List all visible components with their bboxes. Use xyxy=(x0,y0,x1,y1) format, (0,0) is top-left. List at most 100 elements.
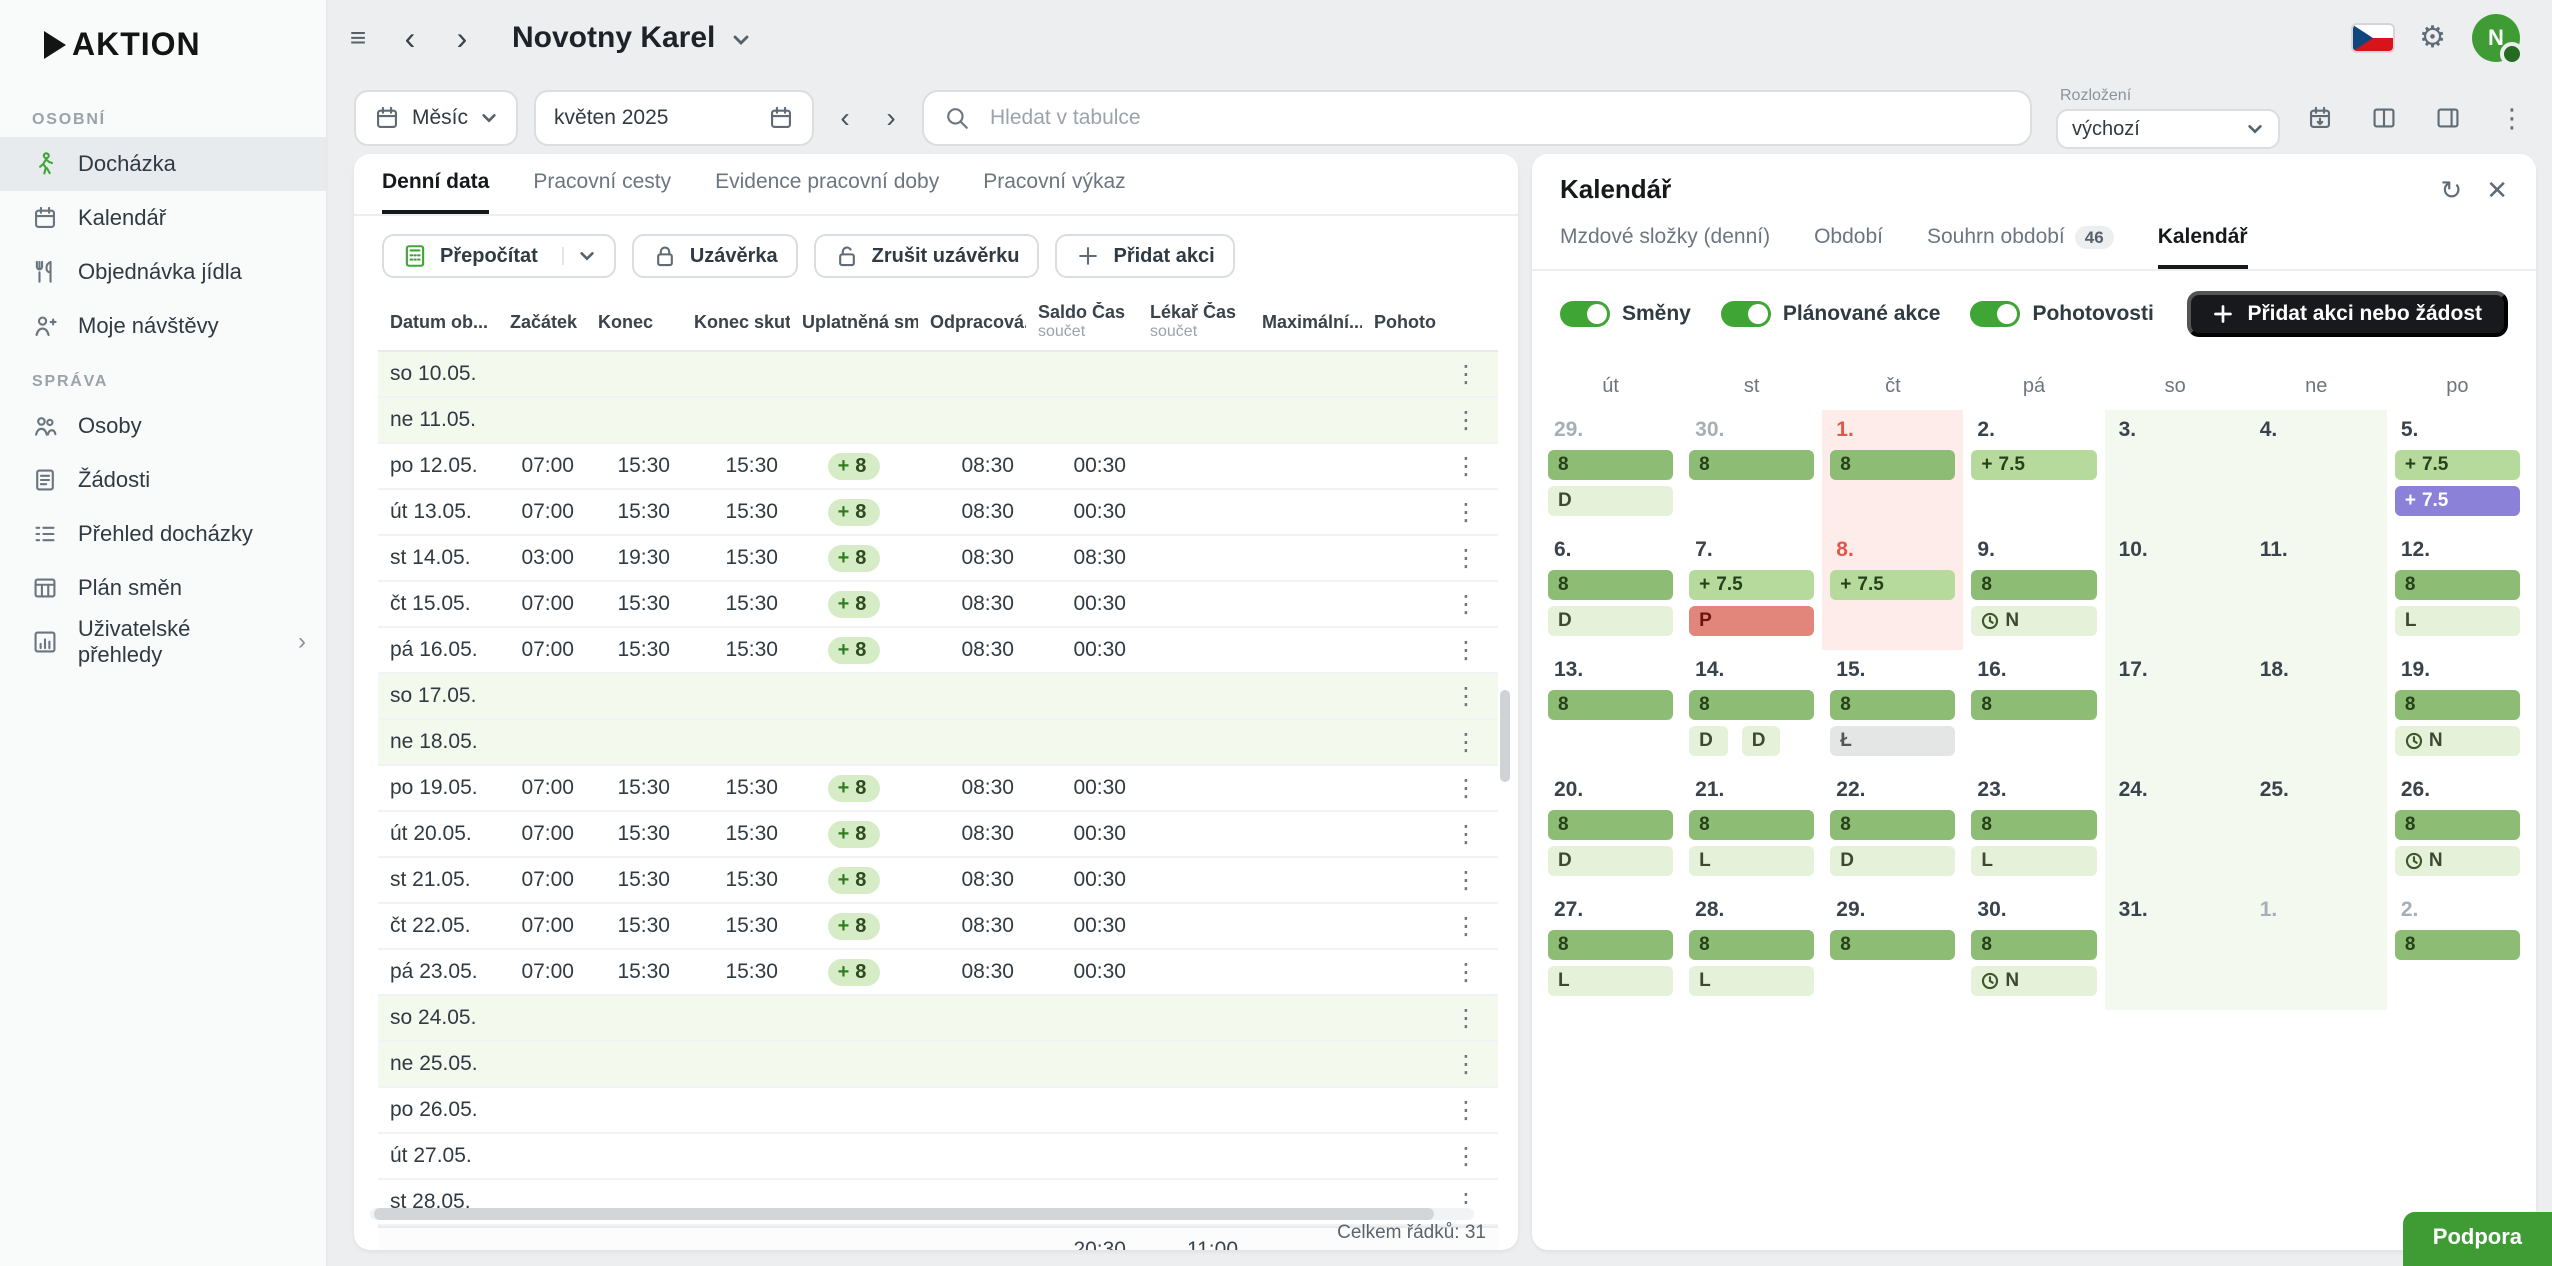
calendar-day-cell[interactable]: 30.8N xyxy=(1963,890,2104,1010)
calendar-day-cell[interactable]: 26.8N xyxy=(2387,770,2528,890)
event-bar-shift[interactable]: 8 xyxy=(1971,810,2096,840)
calendar-day-cell[interactable]: 25. xyxy=(2246,770,2387,890)
row-menu-button[interactable]: ⋮ xyxy=(1442,406,1490,435)
event-bar-light[interactable]: L xyxy=(2395,606,2520,636)
czech-flag-icon[interactable] xyxy=(2353,25,2393,51)
event-bar-light[interactable]: L xyxy=(1971,846,2096,876)
calendar-day-cell[interactable]: 12.8L xyxy=(2387,530,2528,650)
vertical-scrollbar[interactable] xyxy=(1500,690,1510,782)
event-bar-shift[interactable]: 8 xyxy=(1548,690,1673,720)
event-bar-shift[interactable]: 8 xyxy=(1830,930,1955,960)
calendar-day-cell[interactable]: 4. xyxy=(2246,410,2387,530)
event-bar-shift[interactable]: 8 xyxy=(2395,810,2520,840)
calendar-export-icon-button[interactable] xyxy=(2296,94,2344,142)
event-bar-light[interactable]: D xyxy=(1548,486,1673,516)
tab-souhrn-obdob[interactable]: Souhrn období46 xyxy=(1927,225,2114,269)
toggle-pl-novan-akce[interactable]: Plánované akce xyxy=(1721,301,1941,327)
calendar-day-cell[interactable]: 23.8L xyxy=(1963,770,2104,890)
tab-evidence-pracovn-doby[interactable]: Evidence pracovní doby xyxy=(715,170,939,214)
event-bar-shift[interactable]: 8 xyxy=(1689,810,1814,840)
event-bar-shift[interactable]: 8 xyxy=(1548,930,1673,960)
event-bar-shift[interactable]: 8 xyxy=(1830,450,1955,480)
action-button-p-epo-tat[interactable]: Přepočítat xyxy=(382,234,616,278)
calendar-day-cell[interactable]: 9.8N xyxy=(1963,530,2104,650)
event-bar-light[interactable]: L xyxy=(1689,846,1814,876)
row-menu-button[interactable]: ⋮ xyxy=(1442,682,1490,711)
side-panel-icon-button[interactable] xyxy=(2424,94,2472,142)
event-bar-shift[interactable]: 8 xyxy=(2395,690,2520,720)
add-action-button[interactable]: Přidat akci nebo žádost xyxy=(2187,291,2508,337)
calendar-day-cell[interactable]: 7.+7.5P xyxy=(1681,530,1822,650)
row-menu-button[interactable]: ⋮ xyxy=(1442,636,1490,665)
support-button[interactable]: Podpora xyxy=(2403,1212,2552,1266)
event-bar-shift[interactable]: 8 xyxy=(1548,450,1673,480)
calendar-day-cell[interactable]: 22.8D xyxy=(1822,770,1963,890)
tab-pracovn-v-kaz[interactable]: Pracovní výkaz xyxy=(983,170,1125,214)
row-menu-button[interactable]: ⋮ xyxy=(1442,912,1490,941)
event-bar-half[interactable]: D xyxy=(1742,726,1781,756)
calendar-day-cell[interactable]: 14.8DD xyxy=(1681,650,1822,770)
calendar-day-cell[interactable]: 3. xyxy=(2105,410,2246,530)
event-bar-standby[interactable]: N xyxy=(1971,606,2096,636)
calendar-day-cell[interactable]: 27.8L xyxy=(1540,890,1681,1010)
event-bar-light[interactable]: D xyxy=(1548,846,1673,876)
row-menu-button[interactable]: ⋮ xyxy=(1442,590,1490,619)
close-icon[interactable]: ✕ xyxy=(2486,177,2508,203)
row-menu-button[interactable]: ⋮ xyxy=(1442,360,1490,389)
toggle-sm-ny[interactable]: Směny xyxy=(1560,301,1691,327)
sidebar-item-u-ivatelsk-p-ehledy[interactable]: Uživatelské přehledy› xyxy=(0,615,326,669)
event-bar-shift[interactable]: 8 xyxy=(1548,810,1673,840)
event-bar-shift[interactable]: 8 xyxy=(1548,570,1673,600)
event-bar-light[interactable]: D xyxy=(1548,606,1673,636)
tab-obdob[interactable]: Období xyxy=(1814,225,1883,269)
tab-pracovn-cesty[interactable]: Pracovní cesty xyxy=(533,170,671,214)
calendar-day-cell[interactable]: 2.8 xyxy=(2387,890,2528,1010)
event-bar-plus[interactable]: +7.5 xyxy=(2395,450,2520,480)
tab-mzdov-slo-ky-denn[interactable]: Mzdové složky (denní) xyxy=(1560,225,1770,269)
action-button-zru-it-uz-v-rku[interactable]: Zrušit uzávěrku xyxy=(814,234,1040,278)
action-button-uz-v-rka[interactable]: Uzávěrka xyxy=(632,234,798,278)
tab-denn-data[interactable]: Denní data xyxy=(382,170,489,214)
forward-button[interactable]: › xyxy=(440,16,484,60)
event-bar-shift[interactable]: 8 xyxy=(1971,570,2096,600)
event-bar-plus[interactable]: +7.5 xyxy=(1830,570,1955,600)
calendar-day-cell[interactable]: 11. xyxy=(2246,530,2387,650)
row-menu-button[interactable]: ⋮ xyxy=(1442,1004,1490,1033)
event-bar-shift[interactable]: 8 xyxy=(1689,930,1814,960)
event-bar-light[interactable]: D xyxy=(1830,846,1955,876)
event-bar-purple[interactable]: +7.5 xyxy=(2395,486,2520,516)
user-avatar[interactable]: N xyxy=(2472,14,2520,62)
row-menu-button[interactable]: ⋮ xyxy=(1442,544,1490,573)
sidebar-item-dosti[interactable]: Žádosti xyxy=(0,453,326,507)
event-bar-shift[interactable]: 8 xyxy=(1830,690,1955,720)
refresh-icon[interactable]: ↻ xyxy=(2440,177,2462,203)
sidebar-item-pl-n-sm-n[interactable]: Plán směn xyxy=(0,561,326,615)
row-menu-button[interactable]: ⋮ xyxy=(1442,1096,1490,1125)
calendar-day-cell[interactable]: 15.8Ł xyxy=(1822,650,1963,770)
row-menu-button[interactable]: ⋮ xyxy=(1442,866,1490,895)
columns-layout-icon-button[interactable] xyxy=(2360,94,2408,142)
event-bar-shift[interactable]: 8 xyxy=(2395,930,2520,960)
calendar-day-cell[interactable]: 5.+7.5+7.5 xyxy=(2387,410,2528,530)
calendar-day-cell[interactable]: 1. xyxy=(2246,890,2387,1010)
row-menu-button[interactable]: ⋮ xyxy=(1442,728,1490,757)
calendar-day-cell[interactable]: 17. xyxy=(2105,650,2246,770)
sidebar-item-doch-zka[interactable]: Docházka xyxy=(0,137,326,191)
layout-select[interactable]: výchozí xyxy=(2056,109,2280,149)
back-button[interactable]: ‹ xyxy=(388,16,432,60)
app-logo[interactable]: AKTION xyxy=(0,0,326,91)
calendar-day-cell[interactable]: 29.8D xyxy=(1540,410,1681,530)
event-bar-plus[interactable]: +7.5 xyxy=(1971,450,2096,480)
calendar-day-cell[interactable]: 1.8 xyxy=(1822,410,1963,530)
event-bar-shift[interactable]: 8 xyxy=(2395,570,2520,600)
action-dropdown-chevron[interactable] xyxy=(562,247,596,265)
calendar-day-cell[interactable]: 10. xyxy=(2105,530,2246,650)
calendar-day-cell[interactable]: 19.8N xyxy=(2387,650,2528,770)
row-menu-button[interactable]: ⋮ xyxy=(1442,452,1490,481)
calendar-day-cell[interactable]: 16.8 xyxy=(1963,650,2104,770)
toggle-pohotovosti[interactable]: Pohotovosti xyxy=(1970,301,2153,327)
more-options-button[interactable]: ⋮ xyxy=(2488,94,2536,142)
action-button-p-idat-akci[interactable]: Přidat akci xyxy=(1055,234,1234,278)
previous-period-button[interactable]: ‹ xyxy=(830,94,860,142)
calendar-day-cell[interactable]: 18. xyxy=(2246,650,2387,770)
